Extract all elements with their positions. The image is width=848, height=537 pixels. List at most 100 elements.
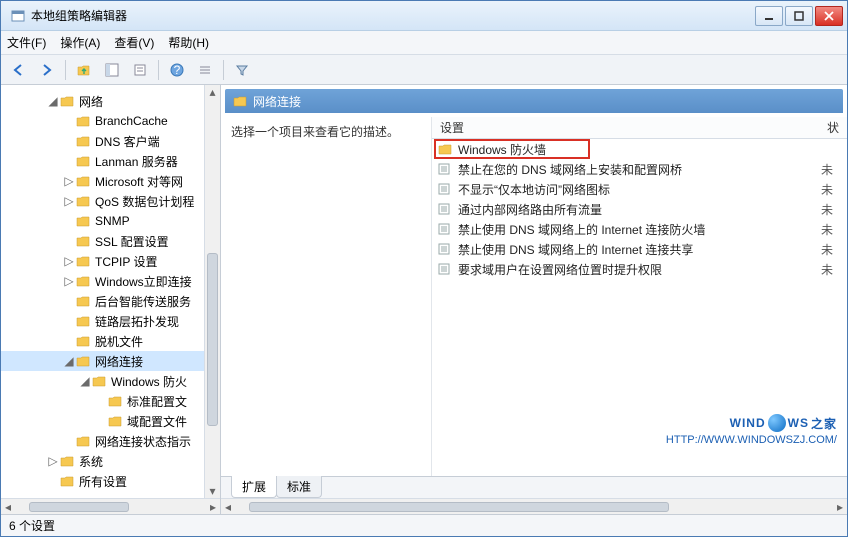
folder-icon	[75, 135, 91, 147]
row-state: 未	[821, 201, 841, 218]
menu-help[interactable]: 帮助(H)	[168, 34, 209, 51]
tree-item[interactable]: SNMP	[1, 211, 220, 231]
show-tree-button[interactable]	[100, 58, 124, 82]
tree-item-label: 后台智能传送服务	[95, 293, 191, 310]
row-state: 未	[821, 181, 841, 198]
tree-item[interactable]: ▷ Windows立即连接	[1, 271, 220, 291]
close-button[interactable]	[815, 6, 843, 26]
tree-item[interactable]: ▷QoS 数据包计划程	[1, 191, 220, 211]
tree-item[interactable]: ◢Windows 防火	[1, 371, 220, 391]
list-mode-button[interactable]	[193, 58, 217, 82]
tree-item[interactable]: ▷ TCPIP 设置	[1, 251, 220, 271]
setting-icon	[438, 243, 452, 255]
toolbar-separator	[65, 60, 66, 80]
description-column: 选择一个项目来查看它的描述。	[221, 117, 431, 476]
tree-item[interactable]: ◢ 网络	[1, 91, 220, 111]
tabs-strip: 扩展 标准	[221, 476, 847, 498]
list-row[interactable]: 禁止在您的 DNS 域网络上安装和配置网桥未	[432, 159, 847, 179]
tree-item[interactable]: 脱机文件	[1, 331, 220, 351]
tree-item[interactable]: BranchCache	[1, 111, 220, 131]
tree-item-label: Microsoft 对等网	[95, 173, 183, 190]
tree-item[interactable]: 域配置文件	[1, 411, 220, 431]
tree-item-label: DNS 客户端	[95, 133, 160, 150]
forward-button[interactable]	[35, 58, 59, 82]
svg-text:?: ?	[174, 63, 181, 77]
row-state: 未	[821, 241, 841, 258]
tree-item-label: 脱机文件	[95, 333, 143, 350]
list-row[interactable]: Windows 防火墙	[432, 139, 847, 159]
folder-icon	[75, 255, 91, 267]
tree-item-label: 系统	[79, 453, 103, 470]
list-header: 设置 状	[432, 117, 847, 139]
watermark: WIND WS 之家 HTTP://WWW.WINDOWSZJ.COM/	[666, 414, 837, 446]
globe-icon	[768, 414, 786, 432]
folder-icon	[107, 415, 123, 427]
tree-item[interactable]: 网络连接状态指示	[1, 431, 220, 451]
folder-icon	[91, 375, 107, 387]
folder-icon	[75, 195, 91, 207]
expander-icon[interactable]: ◢	[79, 374, 91, 388]
maximize-button[interactable]	[785, 6, 813, 26]
folder-icon	[107, 395, 123, 407]
list-row[interactable]: 通过内部网络路由所有流量未	[432, 199, 847, 219]
tree-item[interactable]: ▷ Microsoft 对等网	[1, 171, 220, 191]
setting-icon	[438, 223, 452, 235]
expander-icon[interactable]: ◢	[47, 94, 59, 108]
list-row[interactable]: 禁止使用 DNS 域网络上的 Internet 连接防火墙未	[432, 219, 847, 239]
tree-item[interactable]: 标准配置文	[1, 391, 220, 411]
breadcrumb: 网络连接	[225, 89, 843, 113]
expander-icon[interactable]: ▷	[63, 274, 75, 288]
row-name: 禁止使用 DNS 域网络上的 Internet 连接共享	[458, 241, 815, 258]
menu-file[interactable]: 文件(F)	[7, 34, 46, 51]
list-row[interactable]: 禁止使用 DNS 域网络上的 Internet 连接共享未	[432, 239, 847, 259]
folder-icon	[75, 155, 91, 167]
tree-vertical-scrollbar[interactable]: ▴ ▾	[204, 85, 220, 498]
properties-button[interactable]	[128, 58, 152, 82]
expander-icon[interactable]: ▷	[47, 454, 59, 468]
expander-icon[interactable]: ▷	[63, 174, 75, 188]
back-button[interactable]	[7, 58, 31, 82]
setting-icon	[438, 263, 452, 275]
row-state: 未	[821, 161, 841, 178]
folder-icon	[75, 435, 91, 447]
expander-icon[interactable]: ▷	[63, 254, 75, 268]
folder-icon	[75, 295, 91, 307]
tree-item-label: BranchCache	[95, 114, 168, 128]
folder-icon	[75, 275, 91, 287]
details-pane: 网络连接 选择一个项目来查看它的描述。 设置 状 Windows 防火墙禁止在您…	[221, 85, 847, 514]
tree-item[interactable]: SSL 配置设置	[1, 231, 220, 251]
tree-item[interactable]: 后台智能传送服务	[1, 291, 220, 311]
expander-icon[interactable]: ◢	[63, 354, 75, 368]
tab-standard[interactable]: 标准	[276, 476, 322, 498]
tree-item[interactable]: ◢网络连接	[1, 351, 220, 371]
help-button[interactable]: ?	[165, 58, 189, 82]
tree-item-label: SNMP	[95, 214, 130, 228]
row-name: Windows 防火墙	[458, 141, 815, 158]
tree-item[interactable]: 链路层拓扑发现	[1, 311, 220, 331]
tree-horizontal-scrollbar[interactable]: ◂▸	[1, 498, 220, 514]
list-row[interactable]: 不显示“仅本地访问”网络图标未	[432, 179, 847, 199]
tree-item-label: 网络	[79, 93, 103, 110]
menu-action[interactable]: 操作(A)	[60, 34, 100, 51]
folder-icon	[75, 115, 91, 127]
tree-item[interactable]: Lanman 服务器	[1, 151, 220, 171]
tree-item[interactable]: DNS 客户端	[1, 131, 220, 151]
menu-view[interactable]: 查看(V)	[114, 34, 154, 51]
tree-item-label: Windows立即连接	[95, 273, 192, 290]
expander-icon[interactable]: ▷	[63, 194, 75, 208]
tab-extended[interactable]: 扩展	[231, 476, 277, 498]
filter-button[interactable]	[230, 58, 254, 82]
details-horizontal-scrollbar[interactable]: ◂▸	[221, 498, 847, 514]
tree-item-label: SSL 配置设置	[95, 233, 169, 250]
tree-item-label: 所有设置	[79, 473, 127, 490]
column-header-name[interactable]: 设置	[432, 119, 819, 136]
list-row[interactable]: 要求域用户在设置网络位置时提升权限未	[432, 259, 847, 279]
minimize-button[interactable]	[755, 6, 783, 26]
tree-item[interactable]: 所有设置	[1, 471, 220, 491]
setting-icon	[438, 163, 452, 175]
column-header-state[interactable]: 状	[819, 119, 847, 136]
tree-item-label: TCPIP 设置	[95, 253, 157, 270]
tree-item[interactable]: ▷ 系统	[1, 451, 220, 471]
up-button[interactable]	[72, 58, 96, 82]
description-hint: 选择一个项目来查看它的描述。	[231, 123, 421, 140]
